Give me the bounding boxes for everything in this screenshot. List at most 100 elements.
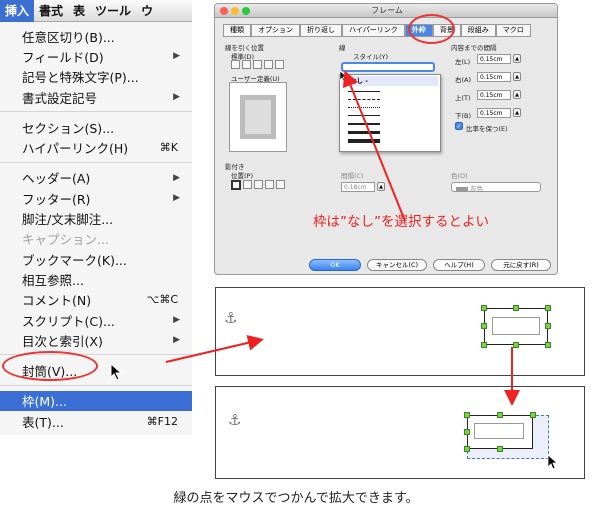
frame-object[interactable] — [484, 308, 548, 345]
shadow-color-select[interactable]: 灰色 — [451, 182, 541, 193]
resize-handle[interactable] — [545, 323, 551, 329]
frame-object[interactable] — [467, 415, 533, 449]
bottom-spacing-input[interactable]: 0.15cm — [477, 108, 511, 118]
resize-handle[interactable] — [497, 412, 503, 418]
keep-ratio-checkbox[interactable]: ✓ — [455, 122, 463, 130]
cancel-button[interactable]: キャンセル(C) — [367, 259, 427, 271]
anchor-icon: ⚓ — [228, 411, 242, 429]
resize-handle[interactable] — [530, 412, 536, 418]
menubar-item[interactable]: ツール — [90, 2, 136, 19]
resize-handle[interactable] — [545, 305, 551, 311]
shadow-none-button[interactable] — [231, 180, 241, 190]
menu-item[interactable]: 任意区切り(B)... — [0, 26, 192, 46]
top-spacing-input[interactable]: 0.15cm — [477, 90, 511, 100]
line-style-select[interactable] — [341, 62, 435, 72]
tab[interactable]: 段組み — [460, 24, 496, 37]
left-spacing-input[interactable]: 0.15cm — [477, 54, 511, 64]
zoom-icon[interactable] — [242, 7, 250, 15]
menu-item[interactable]: ハイパーリンク(H) ⌘K — [0, 137, 192, 157]
shadow-position-label: 位置(P) — [231, 172, 253, 180]
line-option-thin[interactable] — [348, 115, 380, 116]
preset-outer-button[interactable] — [253, 60, 262, 69]
caption-text: 緑の点をマウスでつかんで拡大できます。 — [173, 491, 419, 506]
menu-item-label: ハイパーリンク(H) — [22, 141, 129, 157]
tab[interactable]: マクロ — [495, 24, 531, 37]
menu-item[interactable]: コメント(N) ⌥⌘C — [0, 290, 192, 310]
help-button[interactable]: ヘルプ(H) — [433, 259, 485, 271]
menu-item-label: ブックマーク(K)... — [22, 252, 127, 268]
resize-handle[interactable] — [545, 342, 551, 348]
menu-item: キャプション... — [0, 229, 192, 249]
line-option-dashed[interactable] — [348, 99, 380, 100]
menu-item[interactable]: 相互参照... — [0, 269, 192, 289]
resize-handle[interactable] — [481, 323, 487, 329]
bottom-spinner[interactable]: ▲ — [513, 108, 521, 117]
reset-button[interactable]: 元に戻す(R) — [491, 259, 551, 271]
tab[interactable]: オプション — [251, 24, 300, 37]
menu-item[interactable]: 目次と索引(X) ▶ — [0, 330, 192, 350]
border-preview[interactable] — [229, 82, 287, 152]
menu-item-shortcut: ⌘K — [159, 141, 178, 155]
tab[interactable]: ハイパーリンク — [342, 24, 405, 37]
resize-handle[interactable] — [481, 342, 487, 348]
menubar-item[interactable]: 表 — [68, 2, 90, 19]
line-option-thick[interactable] — [348, 131, 380, 134]
line-option-extra-thick[interactable] — [348, 139, 380, 143]
preset-tb-button[interactable] — [275, 60, 284, 69]
right-spinner[interactable]: ▲ — [513, 72, 521, 81]
line-option-hairline[interactable] — [348, 91, 380, 92]
top-spinner[interactable]: ▲ — [513, 90, 521, 99]
line-option-dotted[interactable] — [348, 107, 380, 108]
menu-item[interactable]: 脚注/文末脚注... — [0, 208, 192, 228]
highlight-oval-frame-item — [2, 351, 98, 381]
minimize-icon[interactable] — [231, 7, 239, 15]
shadow-distance-spinner[interactable]: ▲ — [377, 182, 385, 191]
menu-item[interactable]: 記号と特殊文字(P)... — [0, 67, 192, 87]
menu-item[interactable]: 画像 (I)▶ — [0, 431, 192, 436]
resize-handle[interactable] — [464, 429, 470, 435]
menu-separator — [0, 384, 192, 386]
close-icon[interactable] — [220, 7, 228, 15]
menubar-item[interactable]: 書式 — [34, 2, 68, 19]
menu-item[interactable]: フィールド(D) ▶ — [0, 46, 192, 66]
shadow-distance-input[interactable]: 0.18cm — [341, 182, 375, 192]
preset-none-button[interactable] — [231, 60, 240, 69]
menu-item[interactable]: セクション(S)... — [0, 117, 192, 137]
line-option-medium[interactable] — [348, 123, 380, 125]
tab[interactable]: 種類 — [223, 24, 251, 37]
preset-box-button[interactable] — [242, 60, 251, 69]
shadow-bl-button[interactable] — [265, 180, 274, 189]
right-spacing-input[interactable]: 0.15cm — [477, 72, 511, 82]
menu-separator — [0, 161, 192, 163]
resize-handle[interactable] — [464, 446, 470, 452]
anchor-icon: ⚓ — [224, 309, 238, 327]
menu-item[interactable]: 書式設定記号 ▶ — [0, 87, 192, 107]
menu-item[interactable]: 枠(M)... — [0, 390, 192, 412]
menubar-item[interactable]: 挿入 — [0, 0, 35, 22]
menu-item[interactable]: スクリプト(C)... ▶ — [0, 310, 192, 330]
tab[interactable]: 折り返し — [300, 24, 342, 37]
preset-lr-button[interactable] — [264, 60, 273, 69]
menu-item-shortcut: ⌥⌘C — [146, 293, 178, 307]
resize-handle[interactable] — [513, 342, 519, 348]
menu-item[interactable]: フッター(R) ▶ — [0, 188, 192, 208]
resize-handle[interactable] — [464, 412, 470, 418]
annotation-text: 枠は”なし”を選択するとよい — [313, 214, 489, 230]
menubar-item[interactable]: ウ — [136, 2, 158, 19]
resize-handle[interactable] — [497, 446, 503, 452]
menu-item[interactable]: ヘッダー(A) ▶ — [0, 168, 192, 188]
shadow-tl-button[interactable] — [276, 180, 285, 189]
menu-item[interactable]: 表(T)... ⌘F12 — [0, 411, 192, 431]
menu-item-label: キャプション... — [22, 232, 109, 248]
ok-button[interactable]: OK — [309, 259, 361, 271]
menu-item[interactable]: ブックマーク(K)... — [0, 249, 192, 269]
shadow-tr-button[interactable] — [254, 180, 263, 189]
shadow-position-presets — [231, 180, 285, 190]
mouse-cursor-icon — [339, 70, 348, 82]
line-style-none-option[interactable]: なし - — [342, 76, 438, 86]
left-spinner[interactable]: ▲ — [513, 54, 521, 63]
shadow-br-button[interactable] — [243, 180, 252, 189]
resize-handle[interactable] — [481, 305, 487, 311]
resize-handle[interactable] — [513, 305, 519, 311]
menu-item-label: 枠(M)... — [22, 394, 67, 410]
